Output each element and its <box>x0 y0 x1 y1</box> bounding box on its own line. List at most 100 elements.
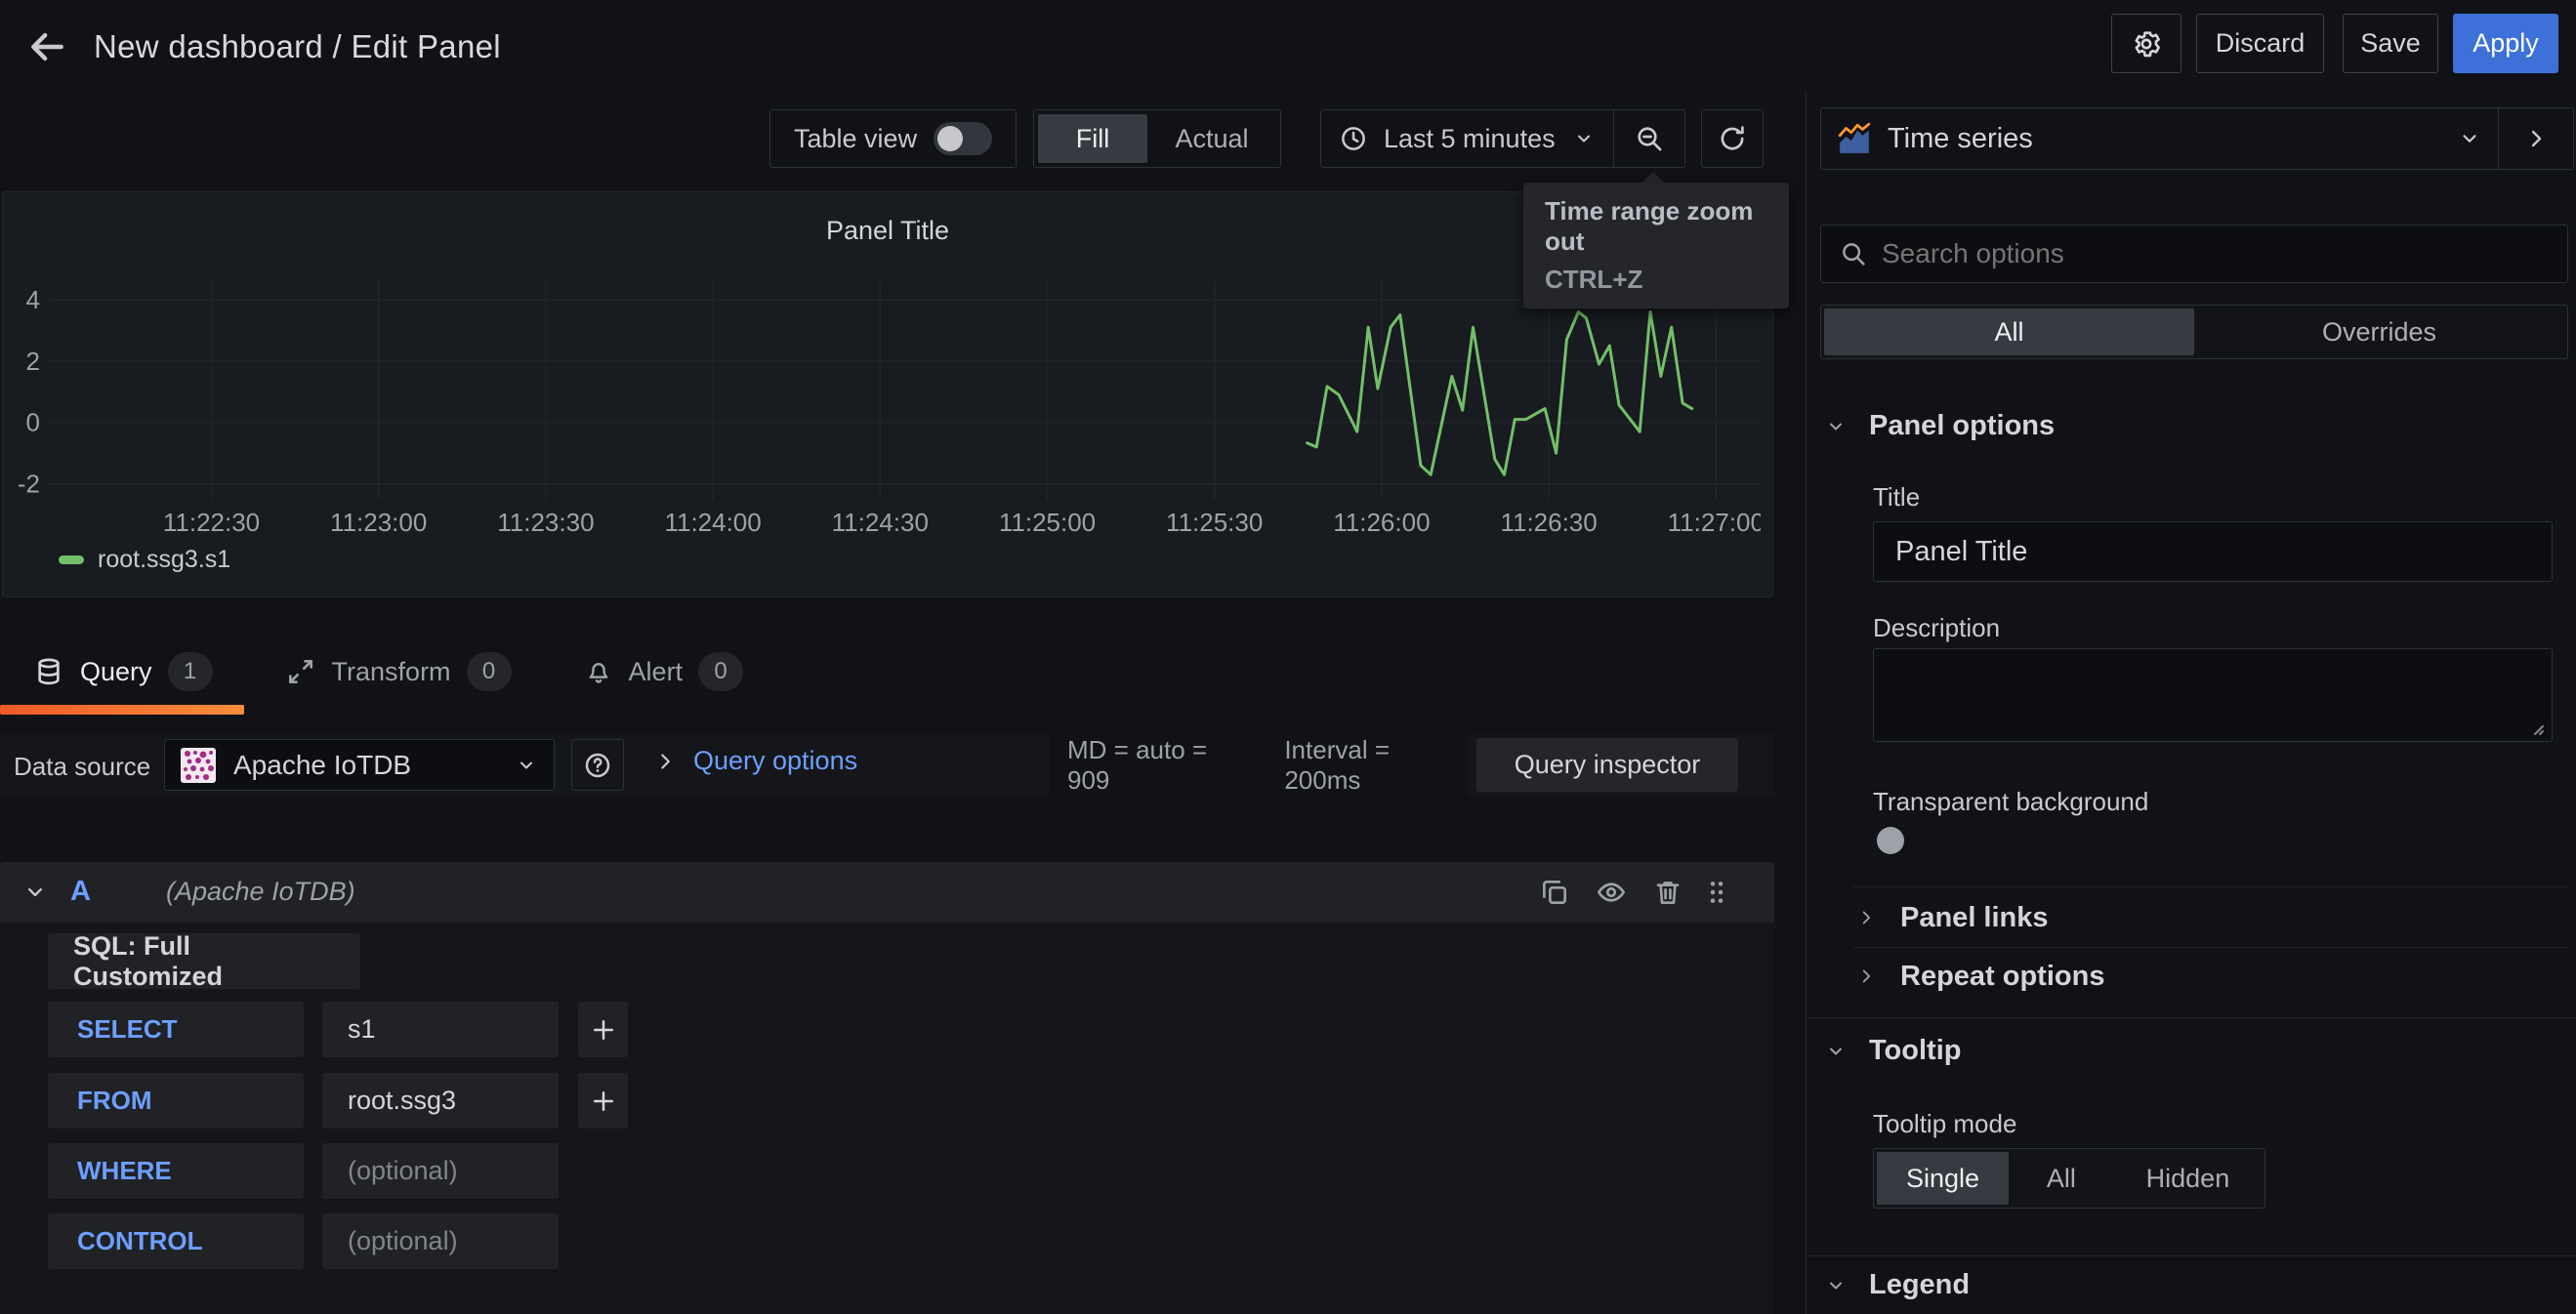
zoom-out-button[interactable] <box>1614 110 1684 167</box>
toggle-query-visibility-button[interactable] <box>1596 877 1627 908</box>
tab-alert[interactable]: Alert 0 <box>584 652 744 691</box>
time-series-chart[interactable]: 420-211:22:3011:23:0011:23:3011:24:0011:… <box>3 192 1761 597</box>
gear-icon <box>2131 28 2162 60</box>
sql-mode-label: SQL: Full Customized <box>73 931 335 992</box>
panel-options-section-header[interactable]: Panel options <box>1824 410 2055 442</box>
duplicate-query-button[interactable] <box>1539 877 1570 908</box>
grafana-edit-panel-screen: New dashboard / Edit Panel Discard Save … <box>0 0 2576 1314</box>
drag-handle-icon <box>1701 877 1732 908</box>
divider <box>1853 947 2568 948</box>
fill-option[interactable]: Fill <box>1038 114 1147 163</box>
tab-overrides[interactable]: Overrides <box>2194 308 2564 355</box>
tab-transform[interactable]: Transform 0 <box>285 652 512 691</box>
collapse-pane-button[interactable] <box>2499 108 2573 169</box>
search-options-input[interactable] <box>1882 238 2550 269</box>
transparent-background-label: Transparent background <box>1873 787 2148 817</box>
tooltip-mode-all[interactable]: All <box>2009 1152 2114 1205</box>
from-keyword: FROM <box>77 1086 152 1116</box>
search-icon <box>1839 239 1868 268</box>
tab-query[interactable]: Query 1 <box>33 652 213 691</box>
sql-mode-selector[interactable]: SQL: Full Customized <box>48 933 360 989</box>
chevron-right-icon <box>652 749 678 774</box>
back-button[interactable] <box>23 23 70 70</box>
legend-section-header[interactable]: Legend <box>1824 1269 1970 1301</box>
apply-button[interactable]: Apply <box>2453 14 2558 73</box>
query-options-expander[interactable]: Query options <box>652 746 857 776</box>
table-view-control: Table view <box>769 109 1017 168</box>
chevron-right-icon <box>2522 125 2550 152</box>
repeat-options-section-header[interactable]: Repeat options <box>1855 955 2104 998</box>
tooltip-heading: Tooltip <box>1869 1035 1961 1067</box>
svg-text:11:25:00: 11:25:00 <box>999 508 1096 537</box>
discard-button[interactable]: Discard <box>2196 14 2324 73</box>
chevron-down-icon <box>1824 415 1848 438</box>
control-keyword-cell[interactable]: CONTROL <box>48 1213 304 1269</box>
select-value-field[interactable]: s1 <box>322 1002 559 1057</box>
from-value-field[interactable]: root.ssg3 <box>322 1073 559 1129</box>
viz-select-button[interactable]: Time series <box>1821 108 2498 169</box>
datasource-value: Apache IoTDB <box>233 750 411 781</box>
panel-description-input[interactable] <box>1873 648 2553 742</box>
apache-iotdb-logo <box>181 748 216 783</box>
editor-tabs: Query 1 Transform 0 Alert 0 <box>33 644 743 699</box>
tooltip-mode-hidden[interactable]: Hidden <box>2114 1152 2262 1205</box>
chart-panel[interactable]: Panel Title 420-211:22:3011:23:0011:23:3… <box>2 191 1773 597</box>
add-from-button[interactable] <box>578 1073 628 1129</box>
svg-text:11:26:30: 11:26:30 <box>1500 508 1597 537</box>
datasource-picker[interactable]: Apache IoTDB <box>164 739 555 791</box>
from-keyword-cell[interactable]: FROM <box>48 1073 304 1129</box>
query-ref-id[interactable]: A <box>70 876 91 908</box>
refresh-button[interactable] <box>1701 109 1764 168</box>
viz-name: Time series <box>1888 123 2033 155</box>
svg-text:11:23:30: 11:23:30 <box>497 508 594 537</box>
delete-query-button[interactable] <box>1652 877 1683 908</box>
legend-heading: Legend <box>1869 1269 1970 1301</box>
title-label: Title <box>1873 482 1920 513</box>
help-icon <box>583 751 612 780</box>
description-label: Description <box>1873 613 2000 643</box>
tooltip-section-header[interactable]: Tooltip <box>1824 1035 1961 1067</box>
svg-text:11:22:30: 11:22:30 <box>163 508 260 537</box>
panel-options-heading: Panel options <box>1869 410 2055 442</box>
select-keyword-cell[interactable]: SELECT <box>48 1002 304 1057</box>
query-stats: MD = auto = 909 Interval = 200ms <box>1050 734 1468 796</box>
select-value: s1 <box>348 1014 376 1045</box>
chevron-down-icon <box>515 754 538 777</box>
dashboard-settings-button[interactable] <box>2111 14 2181 73</box>
time-range-button[interactable]: Last 5 minutes <box>1321 110 1613 167</box>
chart-legend-item[interactable]: root.ssg3.s1 <box>59 546 230 574</box>
section-divider <box>1807 1017 2576 1018</box>
collapse-chevron-down-icon[interactable] <box>21 879 49 906</box>
control-value-field[interactable]: (optional) <box>322 1213 559 1269</box>
datasource-label: Data source <box>14 752 150 782</box>
query-inspector-button[interactable]: Query inspector <box>1476 738 1738 792</box>
drag-handle[interactable] <box>1701 877 1732 908</box>
where-value-field[interactable]: (optional) <box>322 1143 559 1199</box>
resize-handle-icon[interactable] <box>2527 719 2547 738</box>
select-keyword: SELECT <box>77 1014 178 1045</box>
query-row-header[interactable]: A (Apache IoTDB) <box>0 862 1774 923</box>
chevron-down-icon <box>1572 127 1596 150</box>
control-placeholder: (optional) <box>348 1226 458 1256</box>
add-select-button[interactable] <box>578 1002 628 1057</box>
tooltip-mode-label: Tooltip mode <box>1873 1109 2016 1139</box>
chevron-down-icon <box>2457 126 2482 151</box>
svg-text:0: 0 <box>26 408 40 437</box>
copy-icon <box>1539 877 1570 908</box>
save-button[interactable]: Save <box>2343 14 2438 73</box>
panel-links-section-header[interactable]: Panel links <box>1855 896 2049 939</box>
trash-icon <box>1652 877 1683 908</box>
tab-all[interactable]: All <box>1824 308 2194 355</box>
tooltip-mode-single[interactable]: Single <box>1877 1152 2009 1205</box>
panel-title-input[interactable] <box>1873 521 2553 582</box>
table-view-toggle[interactable] <box>934 122 992 155</box>
where-keyword-cell[interactable]: WHERE <box>48 1143 304 1199</box>
query-toolbar: Data source Apache IoTDB Query options M… <box>0 734 1774 796</box>
datasource-help-button[interactable] <box>571 739 624 791</box>
tooltip-text: Time range zoom out <box>1545 196 1767 257</box>
options-filter-tabs: All Overrides <box>1820 305 2568 359</box>
tab-transform-count: 0 <box>467 652 512 691</box>
actual-option[interactable]: Actual <box>1147 114 1276 163</box>
divider <box>1853 886 2568 887</box>
svg-text:11:25:30: 11:25:30 <box>1166 508 1263 537</box>
